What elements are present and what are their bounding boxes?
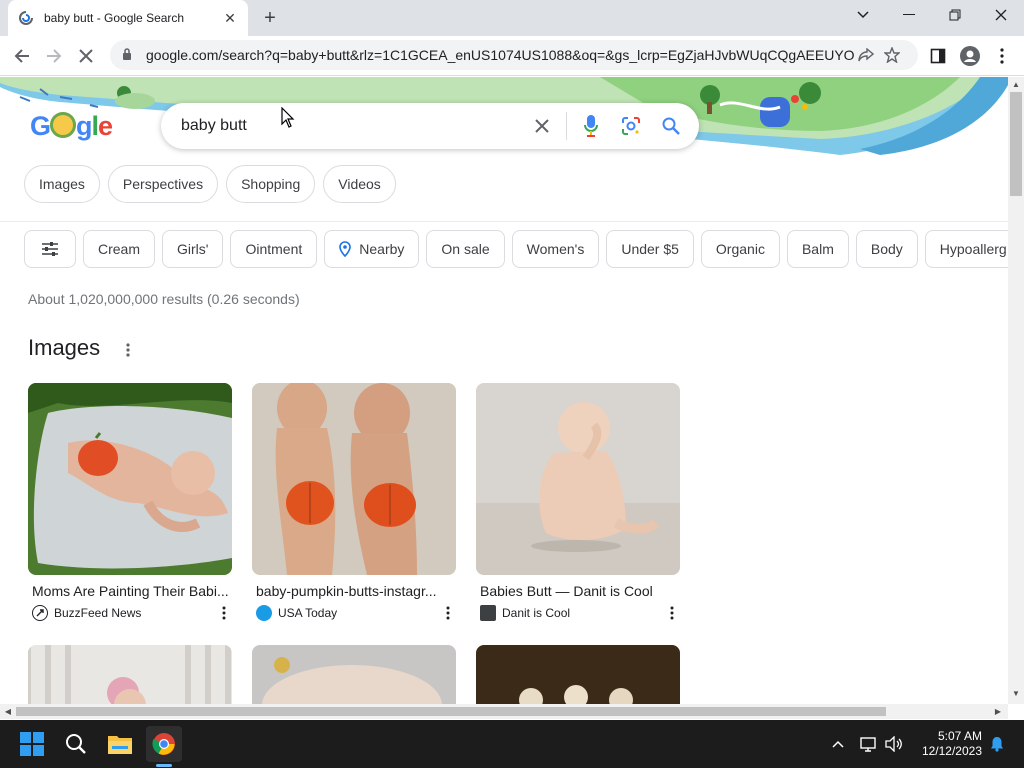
- search-icon[interactable]: [651, 103, 691, 149]
- taskbar-search-icon[interactable]: [58, 726, 94, 762]
- image-caption[interactable]: Moms Are Painting Their Babi...: [28, 583, 232, 599]
- scroll-left-icon[interactable]: ◀: [4, 707, 12, 716]
- horizontal-scrollbar-thumb[interactable]: [16, 707, 886, 716]
- system-clock[interactable]: 5:07 AM 12/12/2023: [918, 729, 982, 759]
- share-icon[interactable]: [854, 48, 878, 62]
- chip-body[interactable]: Body: [855, 230, 918, 268]
- active-app-indicator: [156, 764, 172, 767]
- restore-icon[interactable]: [932, 0, 978, 30]
- tab-search-icon[interactable]: [840, 0, 886, 30]
- url-text[interactable]: google.com/search?q=baby+butt&rlz=1C1GCE…: [146, 47, 854, 63]
- browser-toolbar: google.com/search?q=baby+butt&rlz=1C1GCE…: [0, 36, 1024, 76]
- volume-icon[interactable]: [883, 732, 905, 756]
- clear-search-icon[interactable]: [522, 103, 562, 149]
- scroll-right-icon[interactable]: ▶: [994, 707, 1002, 716]
- side-panel-icon[interactable]: [926, 44, 950, 68]
- chip-womens[interactable]: Women's: [511, 230, 600, 268]
- chip-girls[interactable]: Girls': [162, 230, 224, 268]
- minimize-icon[interactable]: [886, 0, 932, 30]
- danit-logo-icon: [480, 605, 496, 621]
- google-loading-icon: [18, 10, 34, 26]
- show-hidden-icons-icon[interactable]: [827, 732, 849, 756]
- buzzfeed-logo-icon: [32, 605, 48, 621]
- page-content: Ggle baby butt Images Perspectives Shopp…: [0, 77, 1008, 704]
- image-thumbnail[interactable]: [476, 645, 680, 704]
- location-pin-icon: [339, 241, 352, 257]
- taskbar: 5:07 AM 12/12/2023: [0, 720, 1024, 768]
- tab-strip: baby butt - Google Search ✕ +: [0, 0, 1024, 36]
- image-thumbnail[interactable]: [476, 383, 680, 575]
- image-thumbnail[interactable]: [252, 383, 456, 575]
- search-type-tabs: Images Perspectives Shopping Videos: [24, 165, 396, 203]
- image-caption[interactable]: baby-pumpkin-butts-instagr...: [252, 583, 456, 599]
- usa-today-logo-icon: [256, 605, 272, 621]
- images-heading: Images: [28, 335, 101, 360]
- search-input[interactable]: baby butt: [181, 117, 522, 135]
- image-thumbnail[interactable]: [28, 645, 232, 704]
- image-result-card[interactable]: Moms Are Painting Their Babi... BuzzFeed…: [28, 383, 232, 621]
- file-explorer-icon[interactable]: [102, 726, 138, 762]
- tab-images[interactable]: Images: [24, 165, 100, 203]
- mouse-cursor-icon: [281, 106, 295, 134]
- search-box[interactable]: baby butt: [161, 103, 699, 149]
- header-divider: [0, 221, 1008, 222]
- clock-time: 5:07 AM: [937, 729, 982, 743]
- results-stats: About 1,020,000,000 results (0.26 second…: [28, 291, 300, 307]
- chrome-taskbar-icon[interactable]: [146, 726, 182, 762]
- chip-on-sale[interactable]: On sale: [426, 230, 505, 268]
- tab-videos[interactable]: Videos: [323, 165, 396, 203]
- scroll-up-icon[interactable]: ▲: [1012, 80, 1020, 89]
- images-more-icon[interactable]: [120, 339, 136, 361]
- google-logo[interactable]: Ggle: [30, 111, 113, 142]
- chip-hypoallergenic[interactable]: Hypoallerg: [924, 230, 1008, 268]
- chip-ointment[interactable]: Ointment: [230, 230, 318, 268]
- image-thumbnail[interactable]: [28, 383, 232, 575]
- lens-search-icon[interactable]: [611, 103, 651, 149]
- search-divider: [566, 112, 567, 140]
- lock-icon[interactable]: [122, 47, 136, 63]
- address-bar[interactable]: google.com/search?q=baby+butt&rlz=1C1GCE…: [110, 40, 918, 70]
- tab-title: baby butt - Google Search: [44, 11, 185, 25]
- new-tab-icon[interactable]: +: [258, 6, 282, 30]
- back-icon[interactable]: [8, 42, 36, 70]
- profile-avatar-icon[interactable]: [958, 44, 982, 68]
- close-tab-icon[interactable]: ✕: [222, 10, 238, 26]
- chip-balm[interactable]: Balm: [786, 230, 849, 268]
- result-more-icon[interactable]: [440, 606, 456, 620]
- chip-nearby-label: Nearby: [359, 241, 405, 257]
- voice-search-icon[interactable]: [571, 103, 611, 149]
- result-more-icon[interactable]: [664, 606, 680, 620]
- browser-tab[interactable]: baby butt - Google Search ✕: [8, 0, 248, 36]
- windows-start-icon[interactable]: [14, 726, 50, 762]
- scroll-down-icon[interactable]: ▼: [1012, 689, 1020, 698]
- clock-date: 12/12/2023: [921, 744, 982, 758]
- chip-nearby[interactable]: Nearby: [324, 230, 420, 268]
- refinement-chips: Cream Girls' Ointment Nearby On sale Wom…: [24, 230, 1008, 268]
- network-icon[interactable]: [858, 732, 880, 756]
- chip-under-5[interactable]: Under $5: [606, 230, 694, 268]
- tab-shopping[interactable]: Shopping: [226, 165, 316, 203]
- image-caption[interactable]: Babies Butt — Danit is Cool: [476, 583, 680, 599]
- bookmark-star-icon[interactable]: [878, 47, 906, 63]
- forward-icon[interactable]: [40, 42, 68, 70]
- result-more-icon[interactable]: [216, 606, 232, 620]
- notification-bell-icon[interactable]: [986, 732, 1008, 756]
- chip-organic[interactable]: Organic: [700, 230, 780, 268]
- menu-kebab-icon[interactable]: [990, 44, 1014, 68]
- vertical-scrollbar-thumb[interactable]: [1010, 92, 1022, 196]
- image-result-card[interactable]: Babies Butt — Danit is Cool Danit is Coo…: [476, 383, 680, 621]
- close-window-icon[interactable]: [978, 0, 1024, 30]
- chip-cream[interactable]: Cream: [83, 230, 156, 268]
- tab-perspectives[interactable]: Perspectives: [107, 165, 219, 203]
- image-result-card[interactable]: baby-pumpkin-butts-instagr... USA Today: [252, 383, 456, 621]
- image-thumbnail[interactable]: [252, 645, 456, 704]
- filter-settings-icon[interactable]: [24, 230, 76, 268]
- image-source[interactable]: USA Today: [278, 606, 440, 620]
- image-source[interactable]: BuzzFeed News: [54, 606, 216, 620]
- stop-loading-icon[interactable]: [72, 42, 100, 70]
- image-source[interactable]: Danit is Cool: [502, 606, 664, 620]
